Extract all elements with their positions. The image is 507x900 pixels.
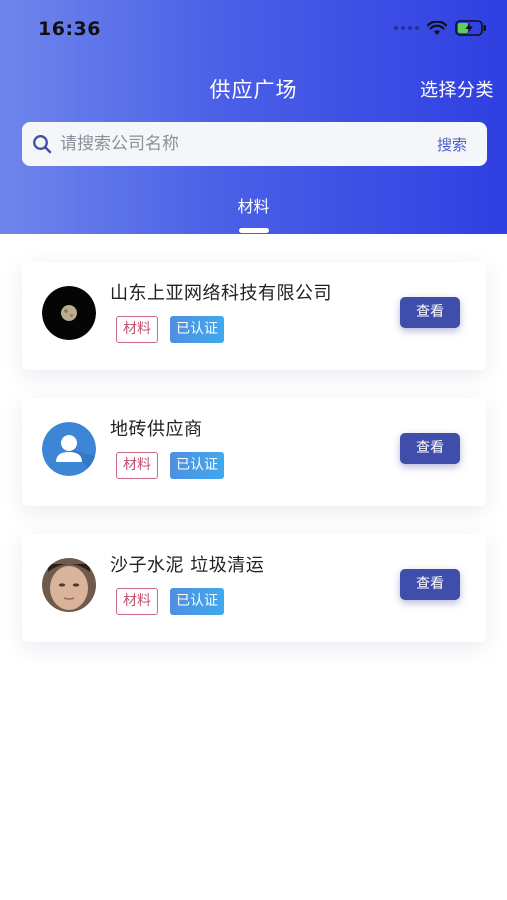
wifi-icon xyxy=(427,20,447,36)
tag-material: 材料 xyxy=(116,452,158,479)
supplier-card[interactable]: 地砖供应商 材料 已认证 查看 xyxy=(22,398,486,506)
tag-verified: 已认证 xyxy=(170,452,224,479)
search-input[interactable] xyxy=(60,134,437,154)
signal-dots-icon xyxy=(394,26,419,30)
status-icons xyxy=(394,20,487,36)
header: 16:36 供应广场 选择分类 请搜索公司名称 搜索 材料 xyxy=(0,0,507,234)
search-icon xyxy=(32,134,52,154)
select-category-button[interactable]: 选择分类 xyxy=(420,76,494,102)
tag-verified: 已认证 xyxy=(170,316,224,343)
tag-group: 材料 已认证 xyxy=(116,316,224,343)
battery-charging-icon xyxy=(455,20,487,36)
tag-material: 材料 xyxy=(116,316,158,343)
tag-group: 材料 已认证 xyxy=(116,452,224,479)
moon-photo-avatar xyxy=(42,286,96,340)
default-user-avatar xyxy=(42,422,96,476)
status-time: 16:36 xyxy=(38,18,101,40)
company-name: 山东上亚网络科技有限公司 xyxy=(110,283,332,304)
tab-indicator xyxy=(239,228,269,233)
company-name: 地砖供应商 xyxy=(110,419,203,440)
search-bar[interactable]: 搜索 xyxy=(22,122,487,166)
company-name: 沙子水泥 垃圾清运 xyxy=(110,555,265,576)
view-button[interactable]: 查看 xyxy=(400,297,460,328)
tag-verified: 已认证 xyxy=(170,588,224,615)
tag-group: 材料 已认证 xyxy=(116,588,224,615)
supplier-card[interactable]: 山东上亚网络科技有限公司 材料 已认证 查看 xyxy=(22,262,486,370)
supplier-list: 山东上亚网络科技有限公司 材料 已认证 查看 地砖供应商 材料 已认证 查看 沙… xyxy=(22,262,486,670)
supplier-card[interactable]: 沙子水泥 垃圾清运 材料 已认证 查看 xyxy=(22,534,486,642)
tag-material: 材料 xyxy=(116,588,158,615)
person-photo-avatar xyxy=(42,558,96,612)
status-bar: 16:36 xyxy=(0,0,507,60)
view-button[interactable]: 查看 xyxy=(400,569,460,600)
search-button[interactable]: 搜索 xyxy=(437,134,467,155)
view-button[interactable]: 查看 xyxy=(400,433,460,464)
tab-material[interactable]: 材料 xyxy=(0,193,507,217)
